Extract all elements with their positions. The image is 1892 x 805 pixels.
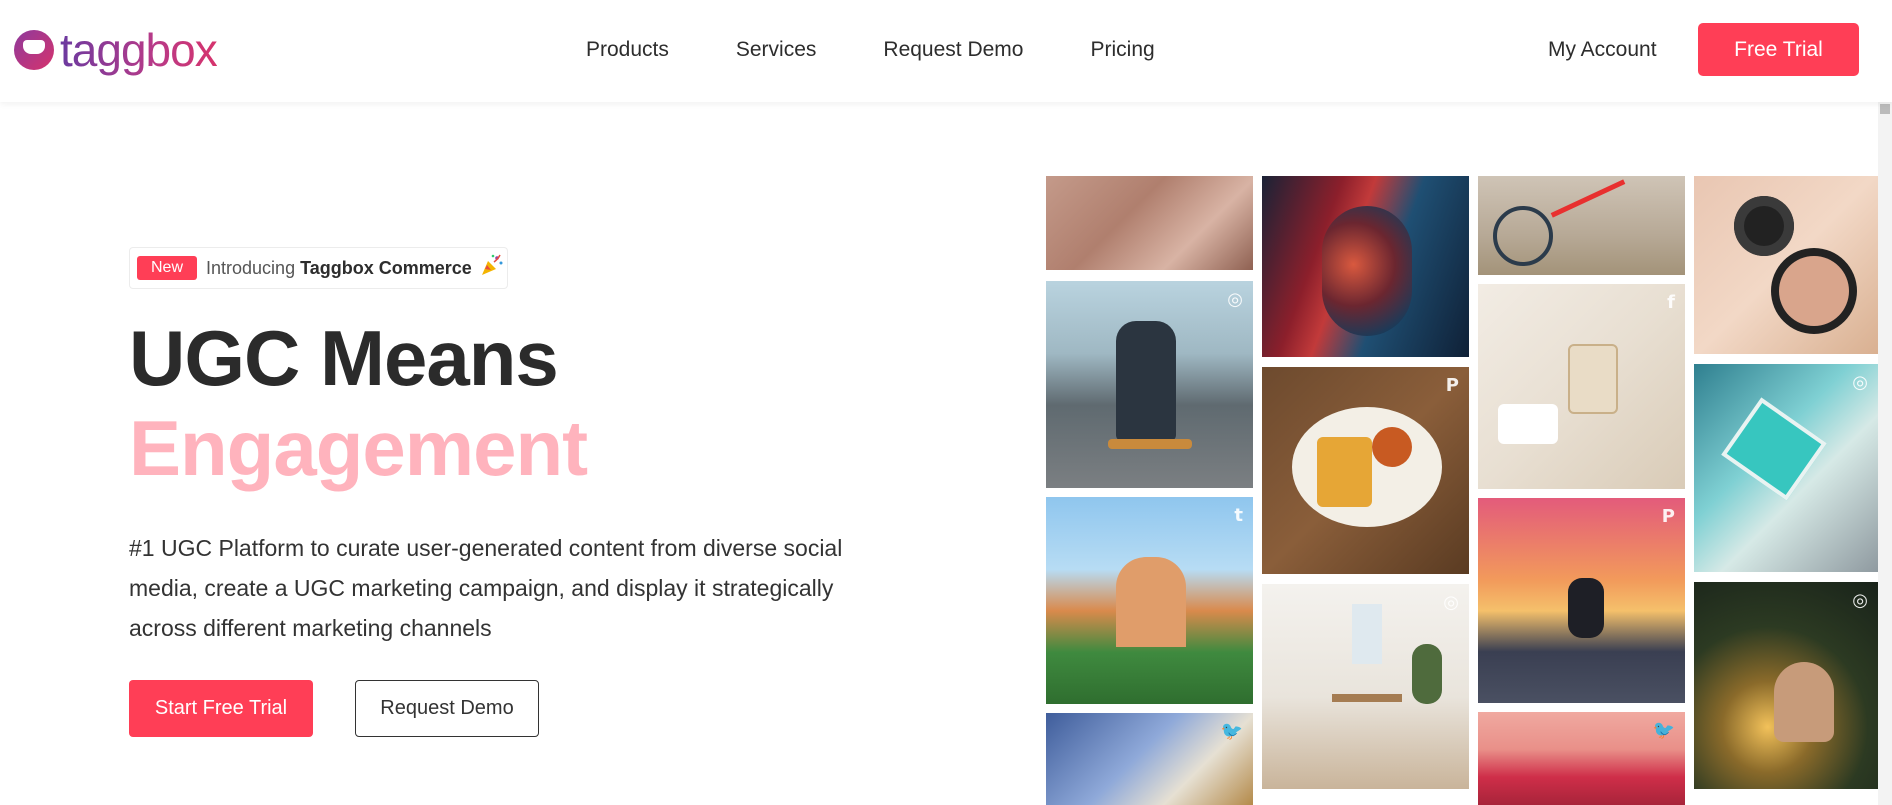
- nav-pricing[interactable]: Pricing: [1090, 36, 1154, 64]
- announcement-badge[interactable]: New Introducing Taggbox Commerce: [129, 247, 508, 289]
- nav-request-demo[interactable]: Request Demo: [883, 36, 1023, 64]
- tumblr-icon: t: [1234, 505, 1243, 526]
- pinterest-icon: P: [1445, 375, 1459, 396]
- party-popper-icon: [480, 253, 504, 283]
- instagram-icon: ◎: [1443, 592, 1459, 613]
- hero-heading-line2: Engagement: [129, 404, 588, 492]
- badge-product-name: Taggbox Commerce: [300, 257, 472, 278]
- knit-sweater-photo[interactable]: [1046, 176, 1253, 270]
- scrollbar-thumb[interactable]: [1880, 104, 1890, 114]
- instagram-icon: ◎: [1227, 289, 1243, 310]
- twitter-icon: 🐦: [1652, 720, 1675, 741]
- twitter-icon: 🐦: [1220, 721, 1243, 742]
- nav-products[interactable]: Products: [586, 36, 669, 64]
- dining-room-photo[interactable]: ◎: [1262, 584, 1469, 789]
- skater-street-photo[interactable]: ◎: [1046, 281, 1253, 488]
- child-lights-photo[interactable]: ◎: [1694, 582, 1878, 789]
- scrollbar[interactable]: [1878, 102, 1892, 805]
- instagram-icon: ◎: [1852, 372, 1868, 393]
- free-trial-button[interactable]: Free Trial: [1698, 23, 1859, 76]
- pearls-perfume-photo[interactable]: f: [1478, 284, 1685, 489]
- new-badge: New: [137, 256, 198, 280]
- fries-plate-photo[interactable]: P: [1262, 367, 1469, 574]
- instagram-icon: ◎: [1852, 590, 1868, 611]
- taggbox-logo-icon: [14, 30, 54, 70]
- hero-description: #1 UGC Platform to curate user-generated…: [129, 535, 843, 641]
- pinterest-icon: P: [1661, 506, 1675, 527]
- request-demo-button[interactable]: Request Demo: [355, 680, 539, 737]
- portrait-neon-photo[interactable]: [1262, 176, 1469, 357]
- logo[interactable]: taggbox: [14, 22, 218, 78]
- makeup-compact-photo[interactable]: [1694, 176, 1878, 354]
- tulip-field-photo[interactable]: 🐦: [1478, 712, 1685, 805]
- nav-services[interactable]: Services: [736, 36, 817, 64]
- start-free-trial-button[interactable]: Start Free Trial: [129, 680, 313, 737]
- skatepark-sunset-photo[interactable]: P: [1478, 498, 1685, 703]
- resort-palm-photo[interactable]: t: [1046, 497, 1253, 704]
- site-header: taggbox Products Services Request Demo P…: [0, 0, 1892, 102]
- facebook-icon: f: [1667, 292, 1675, 313]
- ocean-pool-photo[interactable]: ◎: [1694, 364, 1878, 572]
- logo-text: taggbox: [60, 24, 218, 76]
- my-account-link[interactable]: My Account: [1548, 36, 1657, 64]
- main-nav: Products Services Request Demo Pricing: [586, 36, 1222, 64]
- badge-intro-text: Introducing: [206, 257, 296, 278]
- bicycle-photo[interactable]: [1478, 176, 1685, 275]
- tea-cups-photo[interactable]: 🐦: [1046, 713, 1253, 805]
- hero-heading-line1: UGC Means: [129, 314, 559, 402]
